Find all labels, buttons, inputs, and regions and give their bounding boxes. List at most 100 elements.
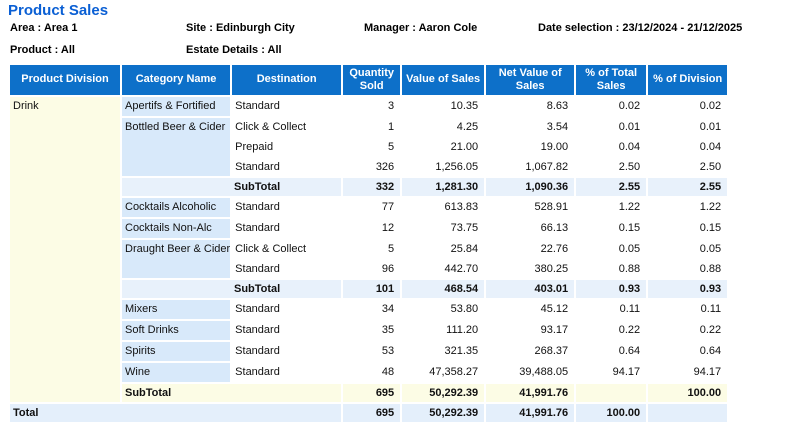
pct-total-cell: 0.22: [576, 321, 646, 340]
pct-total-cell: 0.05: [576, 240, 646, 258]
pct-total-cell: 1.22: [576, 198, 646, 217]
quantity-sold-cell: 695: [343, 404, 400, 422]
category-name-cell: Mixers: [122, 300, 230, 319]
destination-cell: Standard: [232, 219, 341, 238]
col-header-pct-division: % of Division: [648, 65, 727, 95]
pct-total-cell: 0.02: [576, 97, 646, 116]
subtotal-label: SubTotal: [122, 178, 341, 196]
destination-cell: Standard: [232, 97, 341, 116]
pct-total-cell: 0.01: [576, 118, 646, 136]
col-header-quantity-sold: Quantity Sold: [343, 65, 400, 95]
filter-area: Area : Area 1: [10, 22, 77, 34]
quantity-sold-cell: 96: [343, 260, 400, 278]
division-subtotal-label: SubTotal: [122, 384, 341, 402]
net-value-cell: 19.00: [486, 138, 574, 156]
pct-total-cell: 0.11: [576, 300, 646, 319]
value-of-sales-cell: 4.25: [402, 118, 484, 136]
category-name-cell: Soft Drinks: [122, 321, 230, 340]
net-value-cell: 1,090.36: [486, 178, 574, 196]
net-value-cell: 22.76: [486, 240, 574, 258]
category-name-cell: Bottled Beer & Cider: [122, 118, 230, 176]
destination-cell: Standard: [232, 363, 341, 382]
total-row: Total69550,292.3941,991.76100.00: [10, 404, 727, 422]
value-of-sales-cell: 111.20: [402, 321, 484, 340]
pct-division-cell: 0.04: [648, 138, 727, 156]
value-of-sales-cell: 50,292.39: [402, 404, 484, 422]
table-row: DrinkApertifs & FortifiedStandard310.358…: [10, 97, 727, 116]
table-header: Product Division Category Name Destinati…: [10, 65, 727, 95]
destination-cell: Standard: [232, 260, 341, 278]
pct-total-cell: [576, 384, 646, 402]
destination-cell: Standard: [232, 158, 341, 176]
value-of-sales-cell: 1,256.05: [402, 158, 484, 176]
quantity-sold-cell: 5: [343, 240, 400, 258]
value-of-sales-cell: 47,358.27: [402, 363, 484, 382]
pct-division-cell: 0.88: [648, 260, 727, 278]
quantity-sold-cell: 77: [343, 198, 400, 217]
value-of-sales-cell: 442.70: [402, 260, 484, 278]
filter-site: Site : Edinburgh City: [186, 22, 295, 34]
quantity-sold-cell: 695: [343, 384, 400, 402]
col-header-value-of-sales: Value of Sales: [402, 65, 484, 95]
quantity-sold-cell: 48: [343, 363, 400, 382]
destination-cell: Prepaid: [232, 138, 341, 156]
pct-total-cell: 94.17: [576, 363, 646, 382]
filter-date-selection: Date selection : 23/12/2024 - 21/12/2025: [538, 22, 742, 34]
net-value-cell: 528.91: [486, 198, 574, 217]
quantity-sold-cell: 53: [343, 342, 400, 361]
net-value-cell: 1,067.82: [486, 158, 574, 176]
quantity-sold-cell: 332: [343, 178, 400, 196]
net-value-cell: 41,991.76: [486, 404, 574, 422]
value-of-sales-cell: 1,281.30: [402, 178, 484, 196]
net-value-cell: 268.37: [486, 342, 574, 361]
pct-total-cell: 0.93: [576, 280, 646, 298]
value-of-sales-cell: 25.84: [402, 240, 484, 258]
quantity-sold-cell: 35: [343, 321, 400, 340]
product-division-cell: Drink: [10, 97, 120, 402]
net-value-cell: 45.12: [486, 300, 574, 319]
destination-cell: Click & Collect: [232, 240, 341, 258]
value-of-sales-cell: 613.83: [402, 198, 484, 217]
category-name-cell: Draught Beer & Cider: [122, 240, 230, 278]
col-header-product-division: Product Division: [10, 65, 120, 95]
pct-division-cell: 100.00: [648, 384, 727, 402]
col-header-pct-total-sales: % of Total Sales: [576, 65, 646, 95]
subtotal-label: SubTotal: [122, 280, 341, 298]
value-of-sales-cell: 21.00: [402, 138, 484, 156]
destination-cell: Standard: [232, 198, 341, 217]
value-of-sales-cell: 321.35: [402, 342, 484, 361]
total-label: Total: [10, 404, 341, 422]
pct-division-cell: 94.17: [648, 363, 727, 382]
pct-division-cell: 0.11: [648, 300, 727, 319]
pct-total-cell: 2.50: [576, 158, 646, 176]
col-header-destination: Destination: [232, 65, 341, 95]
pct-division-cell: [648, 404, 727, 422]
net-value-cell: 3.54: [486, 118, 574, 136]
destination-cell: Standard: [232, 342, 341, 361]
value-of-sales-cell: 10.35: [402, 97, 484, 116]
value-of-sales-cell: 53.80: [402, 300, 484, 319]
pct-division-cell: 0.93: [648, 280, 727, 298]
filter-manager: Manager : Aaron Cole: [364, 22, 477, 34]
net-value-cell: 41,991.76: [486, 384, 574, 402]
category-name-cell: Apertifs & Fortified: [122, 97, 230, 116]
quantity-sold-cell: 34: [343, 300, 400, 319]
quantity-sold-cell: 1: [343, 118, 400, 136]
filter-estate-details: Estate Details : All: [186, 44, 282, 56]
col-header-net-value: Net Value of Sales: [486, 65, 574, 95]
category-name-cell: Wine: [122, 363, 230, 382]
pct-total-cell: 0.88: [576, 260, 646, 278]
value-of-sales-cell: 468.54: [402, 280, 484, 298]
net-value-cell: 8.63: [486, 97, 574, 116]
pct-total-cell: 0.64: [576, 342, 646, 361]
net-value-cell: 66.13: [486, 219, 574, 238]
destination-cell: Standard: [232, 321, 341, 340]
pct-division-cell: 1.22: [648, 198, 727, 217]
pct-total-cell: 2.55: [576, 178, 646, 196]
pct-division-cell: 0.05: [648, 240, 727, 258]
pct-division-cell: 0.64: [648, 342, 727, 361]
net-value-cell: 93.17: [486, 321, 574, 340]
quantity-sold-cell: 326: [343, 158, 400, 176]
category-name-cell: Cocktails Alcoholic: [122, 198, 230, 217]
quantity-sold-cell: 101: [343, 280, 400, 298]
